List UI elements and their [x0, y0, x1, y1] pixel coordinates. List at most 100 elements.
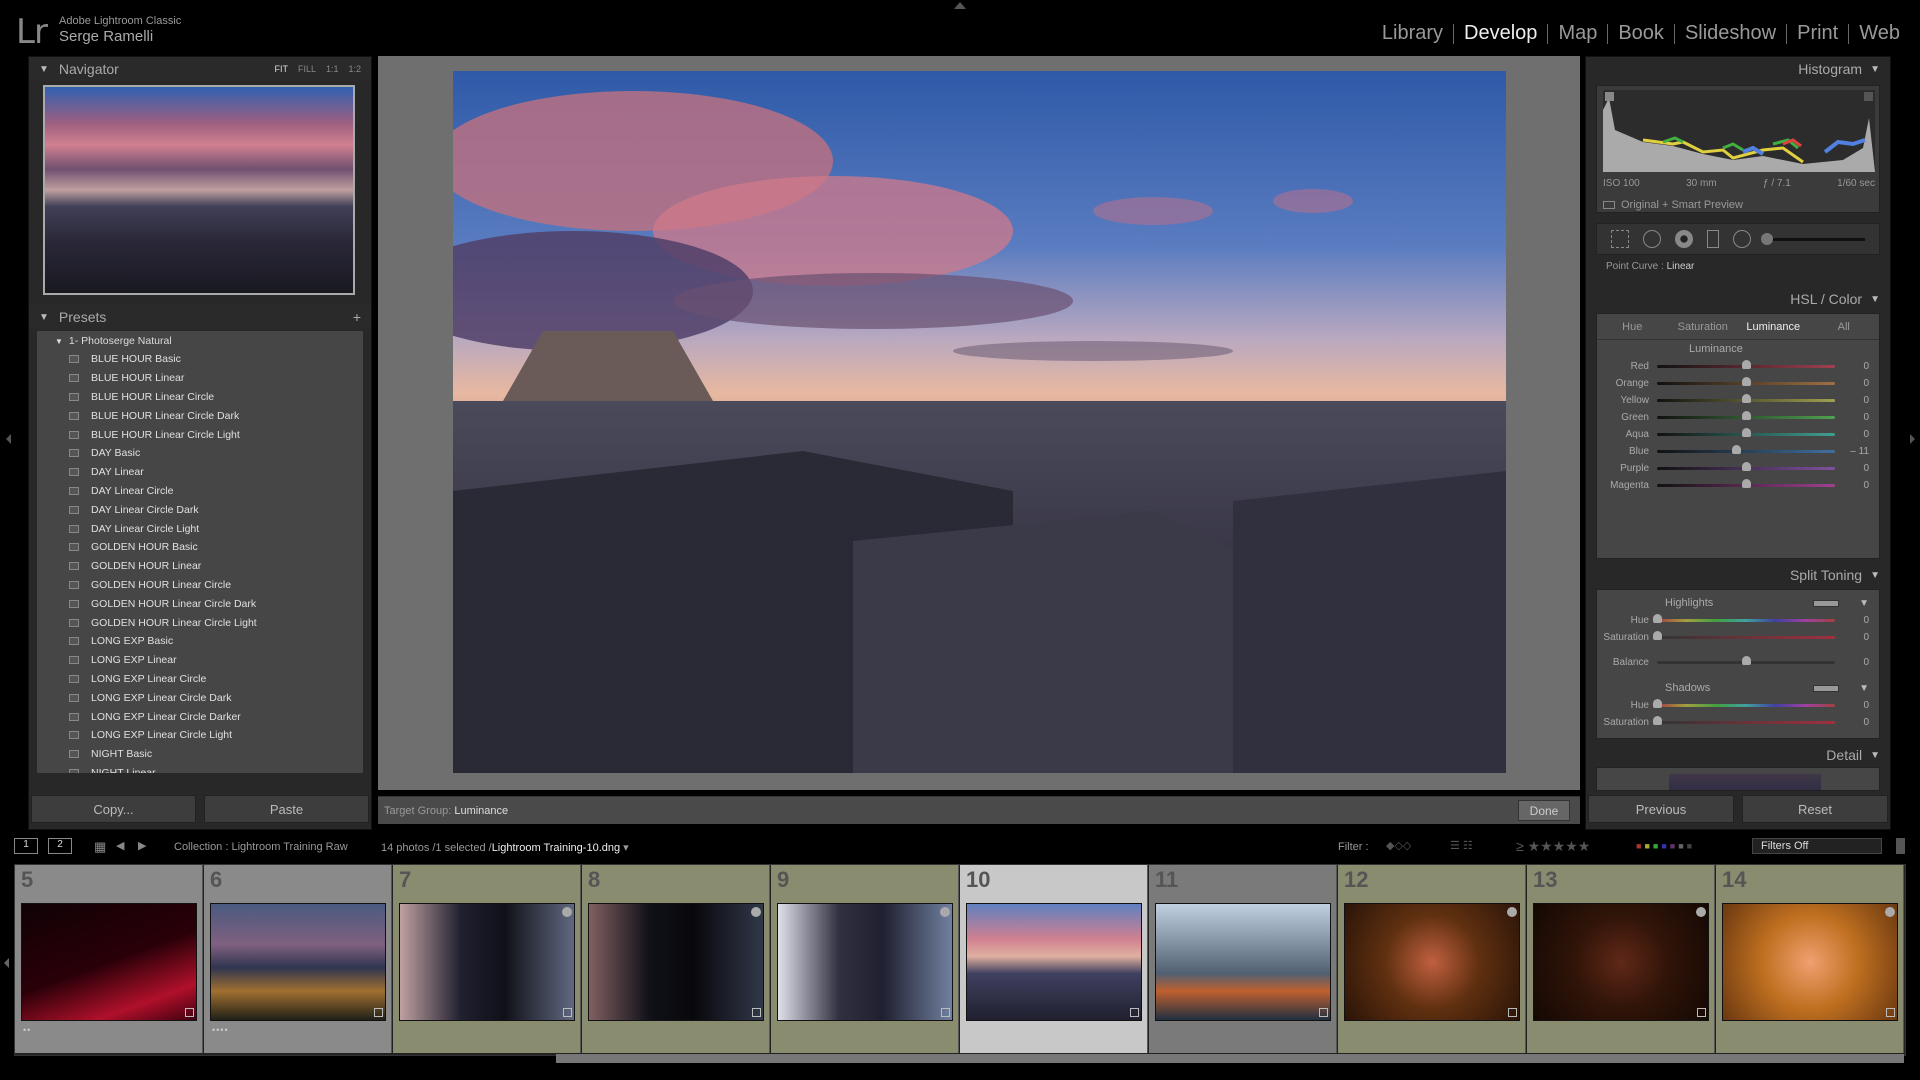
preset-item[interactable]: BLUE HOUR Linear Circle	[37, 388, 363, 407]
slider-thumb[interactable]	[1742, 377, 1751, 386]
slider-track[interactable]	[1657, 377, 1835, 386]
filmstrip-cell[interactable]: 14	[1716, 865, 1904, 1053]
highlights-expand-icon[interactable]: ▼	[1859, 598, 1869, 609]
crop-tool-icon[interactable]	[1611, 230, 1629, 248]
slider-track[interactable]	[1653, 631, 1835, 640]
edit-filter-icons[interactable]: ☰ ☷	[1450, 839, 1473, 852]
slider-track[interactable]	[1657, 360, 1835, 369]
thumbnail[interactable]	[777, 903, 953, 1021]
slider-thumb[interactable]	[1742, 411, 1751, 420]
copy-button[interactable]: Copy...	[31, 795, 196, 823]
slider-track[interactable]	[1653, 699, 1835, 708]
filmstrip-cell[interactable]: 12	[1338, 865, 1526, 1053]
navigator-preview[interactable]	[43, 85, 355, 295]
hsl-tab-saturation[interactable]: Saturation	[1668, 321, 1739, 333]
selected-filename[interactable]: Lightroom Training-10.dng	[492, 842, 620, 854]
preset-item[interactable]: DAY Linear	[37, 463, 363, 482]
thumbnail[interactable]	[1155, 903, 1331, 1021]
preset-item[interactable]: LONG EXP Linear Circle Dark	[37, 688, 363, 707]
slider-thumb[interactable]	[1742, 360, 1751, 369]
detail-header[interactable]: Detail ▼	[1586, 743, 1890, 767]
detail-preview[interactable]	[1669, 774, 1821, 790]
preset-item[interactable]: DAY Basic	[37, 444, 363, 463]
zoom-option-fill[interactable]: FILL	[298, 64, 316, 74]
slider-track[interactable]	[1657, 479, 1835, 488]
module-web[interactable]: Web	[1849, 22, 1910, 45]
rating-filter-stars[interactable]: ≥ ★★★★★	[1516, 838, 1590, 855]
preset-item[interactable]: LONG EXP Linear Circle	[37, 670, 363, 689]
slider-thumb[interactable]	[1653, 716, 1662, 725]
thumbnail[interactable]	[1533, 903, 1709, 1021]
slider-thumb[interactable]	[1742, 428, 1751, 437]
slider-track[interactable]	[1657, 428, 1835, 437]
preset-item[interactable]: BLUE HOUR Linear Circle Dark	[37, 406, 363, 425]
thumbnail[interactable]	[588, 903, 764, 1021]
flag-icon[interactable]	[751, 907, 761, 917]
filmstrip-cell[interactable]: 11	[1149, 865, 1337, 1053]
filmstrip-cell-selected[interactable]: 10	[960, 865, 1148, 1053]
histogram-header[interactable]: Histogram ▼	[1586, 57, 1890, 81]
left-side-toggle-icon[interactable]	[6, 434, 11, 444]
preset-item[interactable]: DAY Linear Circle	[37, 482, 363, 501]
slider-thumb[interactable]	[1742, 462, 1751, 471]
hsl-tab-luminance[interactable]: Luminance	[1738, 321, 1809, 333]
filter-lock-toggle[interactable]	[1896, 838, 1905, 854]
navigator-header[interactable]: ▼ Navigator FIT FILL 1:1 1:2	[29, 57, 371, 81]
shadows-expand-icon[interactable]: ▼	[1859, 683, 1869, 694]
second-window-button[interactable]: 2	[48, 838, 72, 854]
thumbnail[interactable]	[1344, 903, 1520, 1021]
histogram-graph[interactable]	[1603, 90, 1875, 172]
zoom-option-1-1[interactable]: 1:1	[326, 64, 339, 74]
adjustment-brush-slider[interactable]	[1761, 232, 1865, 245]
slider-track[interactable]	[1657, 656, 1835, 665]
slider-thumb[interactable]	[1653, 699, 1662, 708]
preset-item[interactable]: LONG EXP Linear Circle Light	[37, 726, 363, 745]
slider-thumb[interactable]	[1653, 614, 1662, 623]
preset-item[interactable]: NIGHT Linear	[37, 764, 363, 773]
shadows-color-swatch[interactable]	[1813, 684, 1840, 692]
preset-item[interactable]: GOLDEN HOUR Linear	[37, 557, 363, 576]
collection-path[interactable]: Collection : Lightroom Training Raw	[174, 841, 348, 853]
module-develop[interactable]: Develop	[1454, 22, 1547, 45]
slider-thumb[interactable]	[1742, 394, 1751, 403]
flag-icon[interactable]	[1696, 907, 1706, 917]
paste-button[interactable]: Paste	[204, 795, 369, 823]
module-slideshow[interactable]: Slideshow	[1675, 22, 1786, 45]
slider-track[interactable]	[1653, 716, 1835, 725]
slider-thumb[interactable]	[1653, 631, 1662, 640]
add-preset-icon[interactable]: +	[353, 309, 361, 325]
back-arrow-icon[interactable]: ◀	[116, 839, 124, 852]
preset-item[interactable]: NIGHT Basic	[37, 745, 363, 764]
preset-folder[interactable]: ▼ 1- Photoserge Natural	[37, 331, 363, 350]
filmstrip-cell[interactable]: 13	[1527, 865, 1715, 1053]
grid-view-icon[interactable]: ▦	[94, 839, 106, 855]
spot-removal-icon[interactable]	[1643, 230, 1661, 248]
module-print[interactable]: Print	[1787, 22, 1848, 45]
radial-filter-icon[interactable]	[1733, 230, 1751, 248]
flag-filter-icons[interactable]: ◆◇◇	[1386, 839, 1411, 852]
previous-button[interactable]: Previous	[1588, 795, 1734, 823]
flag-icon[interactable]	[562, 907, 572, 917]
hsl-tab-all[interactable]: All	[1809, 321, 1880, 333]
filmstrip-cell[interactable]: 7	[393, 865, 581, 1053]
point-curve[interactable]: Point Curve : Linear	[1596, 261, 1880, 275]
left-panel-toggle-icon[interactable]	[4, 958, 9, 968]
preset-item[interactable]: LONG EXP Linear Circle Darker	[37, 707, 363, 726]
split-toning-header[interactable]: Split Toning ▼	[1586, 563, 1890, 587]
done-button[interactable]: Done	[1518, 800, 1570, 821]
slider-thumb[interactable]	[1742, 479, 1751, 488]
filmstrip-scrollbar[interactable]	[556, 1054, 1904, 1063]
target-group[interactable]: Target Group: Luminance	[384, 805, 508, 817]
filmstrip-cell[interactable]: 9	[771, 865, 959, 1053]
flag-icon[interactable]	[1507, 907, 1517, 917]
slider-track[interactable]	[1653, 614, 1835, 623]
thumbnail[interactable]	[21, 903, 197, 1021]
flag-icon[interactable]	[1885, 907, 1895, 917]
slider-thumb[interactable]	[1742, 656, 1751, 665]
graduated-filter-icon[interactable]	[1707, 230, 1719, 248]
main-window-button[interactable]: 1	[14, 838, 38, 854]
slider-track[interactable]	[1657, 445, 1835, 454]
right-side-toggle-icon[interactable]	[1910, 434, 1915, 444]
filters-dropdown[interactable]: Filters Off	[1752, 838, 1882, 854]
preset-item[interactable]: GOLDEN HOUR Linear Circle Light	[37, 613, 363, 632]
